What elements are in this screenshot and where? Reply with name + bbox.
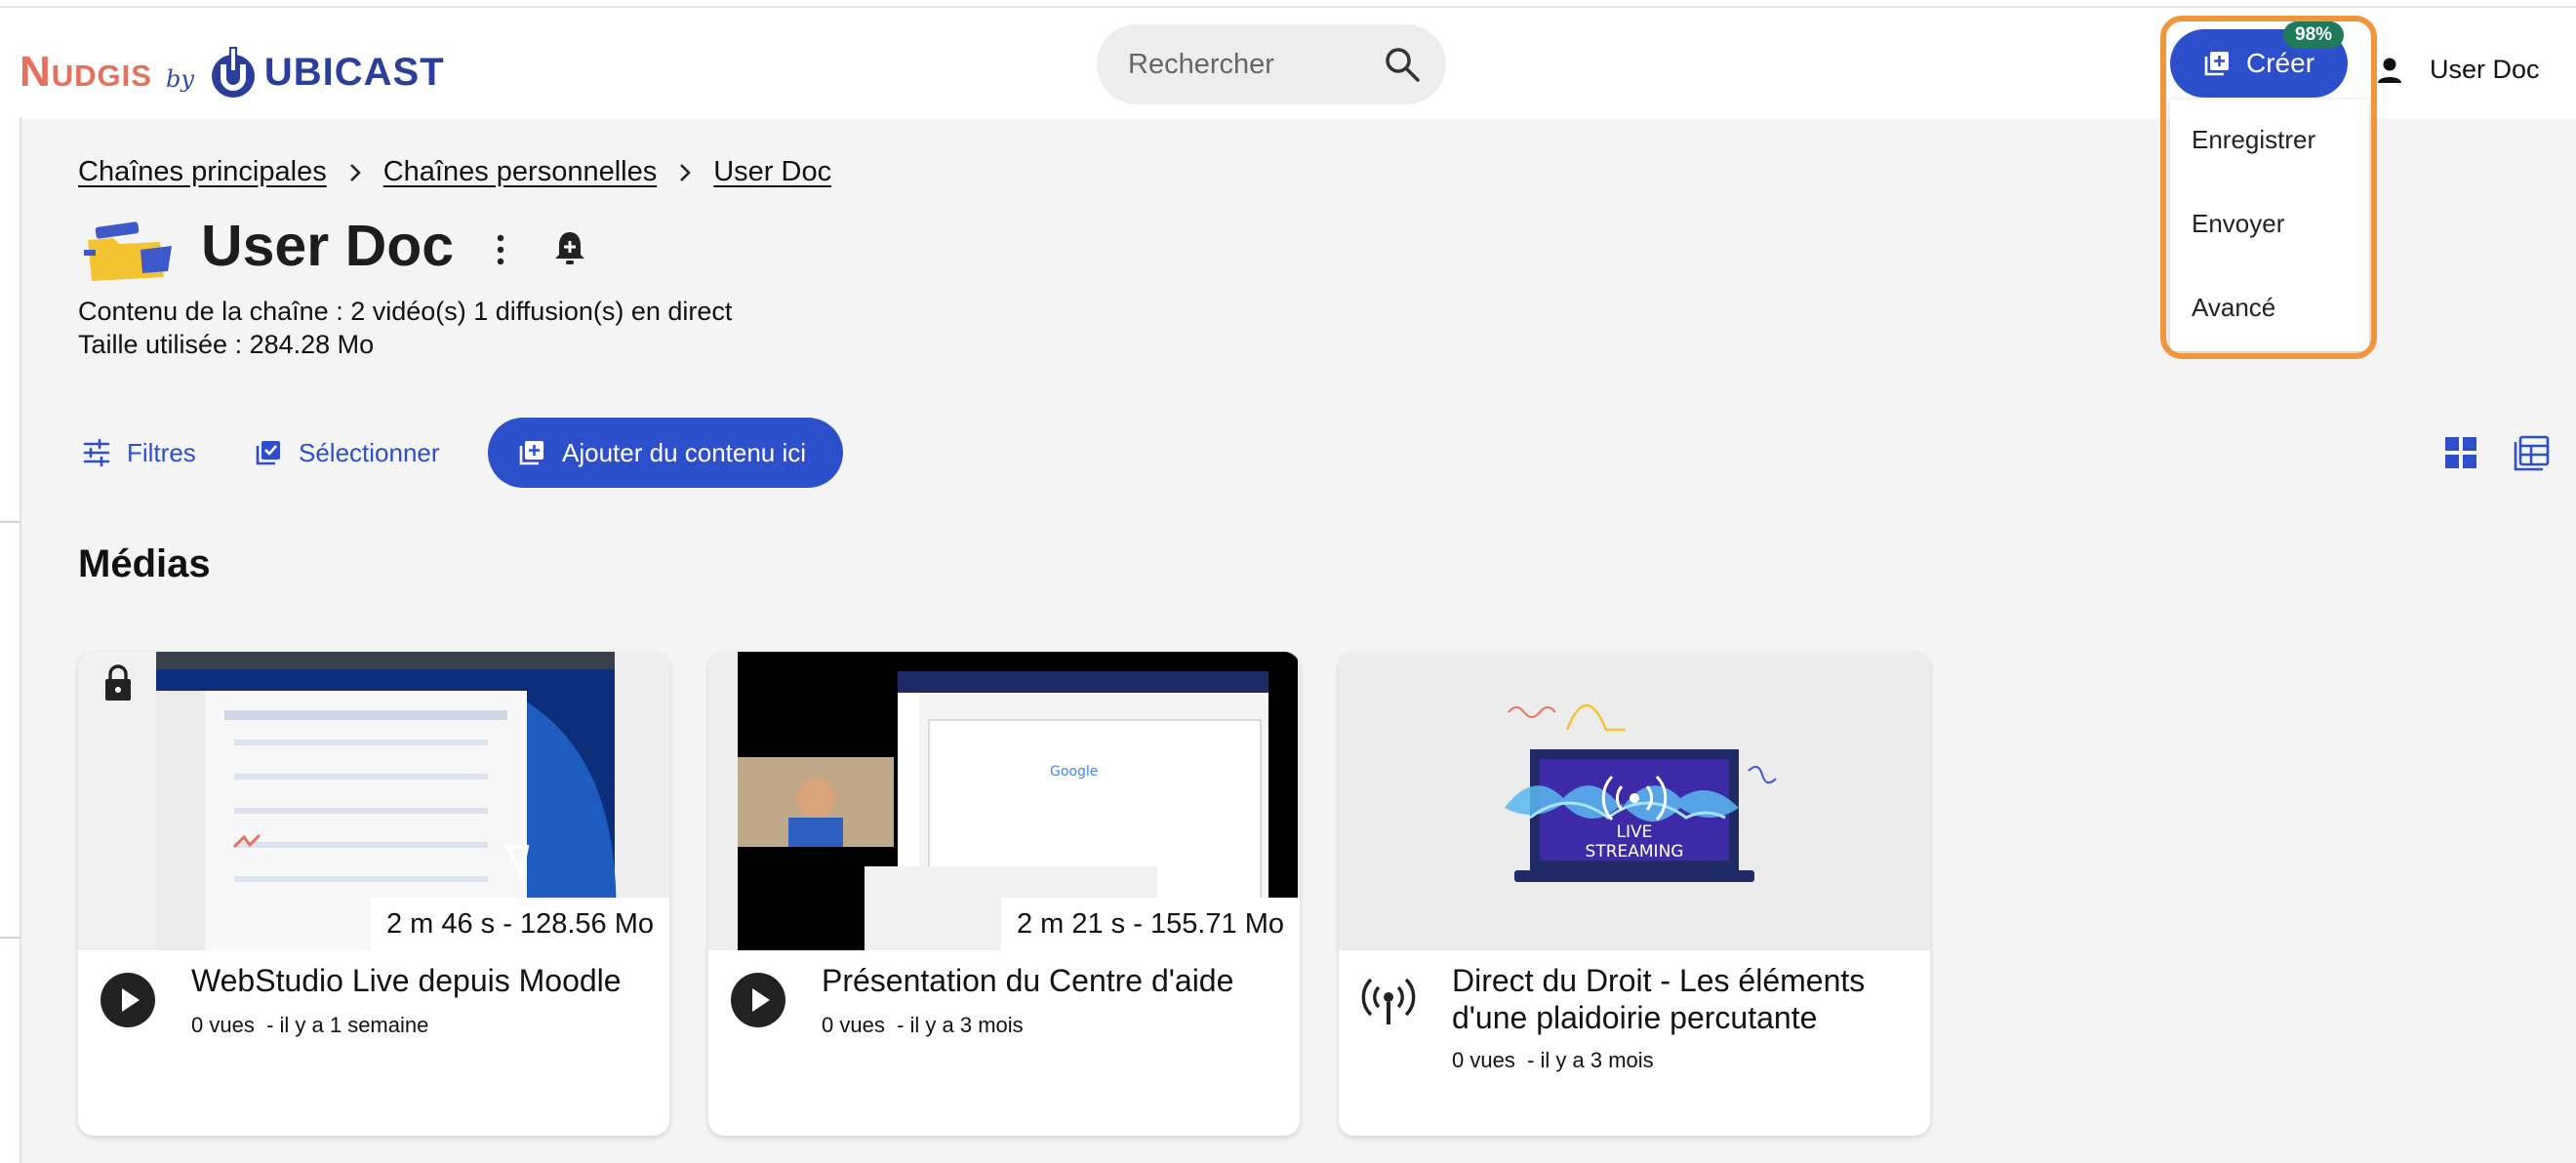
user-name: User Doc	[2430, 55, 2540, 84]
filter-sliders-icon	[83, 438, 110, 467]
media-date: - il y a 3 mois	[1527, 1048, 1654, 1072]
channel-content-info: Contenu de la chaîne : 2 vidéo(s) 1 diff…	[78, 297, 733, 326]
breadcrumb-item[interactable]: Chaînes personnelles	[383, 156, 658, 188]
lock-icon	[105, 664, 131, 701]
table-view-icon[interactable]	[2512, 433, 2551, 472]
live-broadcast-icon[interactable]	[1360, 972, 1417, 1028]
select-label: Sélectionner	[299, 437, 440, 467]
video-thumbnail[interactable]: 2 m 46 s - 128.56 Mo	[78, 652, 669, 950]
breadcrumb-item[interactable]: User Doc	[713, 156, 831, 188]
more-options-icon[interactable]	[488, 230, 513, 269]
folder-icon	[84, 221, 172, 281]
live-thumbnail[interactable]: LIVE STREAMING	[1339, 652, 1930, 950]
media-meta: 0 vues - il y a 1 semaine	[191, 1013, 428, 1038]
chevron-right-icon	[349, 163, 361, 181]
views-count: 0 vues	[822, 1013, 885, 1037]
search-input[interactable]	[1126, 47, 1374, 82]
user-icon	[2378, 58, 2401, 83]
filters-button[interactable]: Filtres	[82, 418, 219, 488]
page-title: User Doc	[201, 214, 455, 278]
user-menu[interactable]: User Doc	[2375, 55, 2540, 85]
add-content-label: Ajouter du contenu ici	[562, 437, 807, 467]
play-icon[interactable]	[730, 972, 786, 1028]
filters-label: Filtres	[127, 437, 196, 467]
left-mark	[0, 937, 20, 939]
live-streaming-illustration: LIVE STREAMING	[1339, 652, 1930, 950]
media-card[interactable]: Google 2 m 21 s - 155.71 Mo Présentation…	[708, 652, 1300, 1136]
channel-size-info: Taille utilisée : 284.28 Mo	[78, 330, 375, 359]
media-title[interactable]: WebStudio Live depuis Moodle	[191, 962, 650, 999]
live-text-line2: STREAMING	[1586, 842, 1684, 862]
media-date: - il y a 3 mois	[897, 1013, 1024, 1037]
views-count: 0 vues	[1452, 1048, 1515, 1072]
media-date: - il y a 1 semaine	[266, 1013, 429, 1037]
logo-brand: Nudgis	[20, 48, 152, 96]
breadcrumb: Chaînes principales Chaînes personnelles…	[78, 156, 831, 188]
media-title[interactable]: Présentation du Centre d'aide	[822, 962, 1280, 999]
media-meta: 0 vues - il y a 3 mois	[1452, 1048, 1654, 1073]
bell-plus-icon[interactable]	[552, 228, 587, 267]
grid-view-icon[interactable]	[2443, 435, 2478, 470]
duration-badge: 2 m 21 s - 155.71 Mo	[1000, 898, 1300, 950]
svg-text:Google: Google	[1050, 764, 1098, 780]
play-icon[interactable]	[100, 972, 156, 1028]
media-card[interactable]: 2 m 46 s - 128.56 Mo WebStudio Live depu…	[78, 652, 669, 1136]
add-content-button[interactable]: Ajouter du contenu ici	[488, 418, 843, 488]
logo-partner: UBICAST	[263, 50, 445, 94]
chevron-right-icon	[680, 163, 691, 181]
video-thumbnail[interactable]: Google 2 m 21 s - 155.71 Mo	[708, 652, 1300, 950]
breadcrumb-item[interactable]: Chaînes principales	[78, 156, 327, 188]
highlight-frame	[2160, 16, 2377, 359]
media-card[interactable]: LIVE STREAMING Direct du Droit - Les élé…	[1339, 652, 1930, 1136]
ubicast-logo-icon	[208, 45, 259, 100]
select-button[interactable]: Sélectionner	[254, 418, 468, 488]
section-title: Médias	[78, 542, 211, 585]
search-bar	[1097, 24, 1446, 104]
select-checkbox-icon	[256, 441, 280, 465]
logo-by: by	[165, 65, 194, 93]
media-title[interactable]: Direct du Droit - Les éléments d'une pla…	[1452, 962, 1911, 1036]
logo[interactable]: Nudgis by UBICAST	[20, 43, 445, 101]
add-library-icon	[519, 441, 543, 465]
top-border	[0, 0, 2576, 8]
left-mark	[0, 521, 20, 523]
views-count: 0 vues	[191, 1013, 255, 1037]
duration-badge: 2 m 46 s - 128.56 Mo	[370, 898, 669, 950]
live-text-line1: LIVE	[1617, 822, 1653, 842]
search-icon[interactable]	[1384, 46, 1421, 83]
media-meta: 0 vues - il y a 3 mois	[822, 1013, 1024, 1038]
